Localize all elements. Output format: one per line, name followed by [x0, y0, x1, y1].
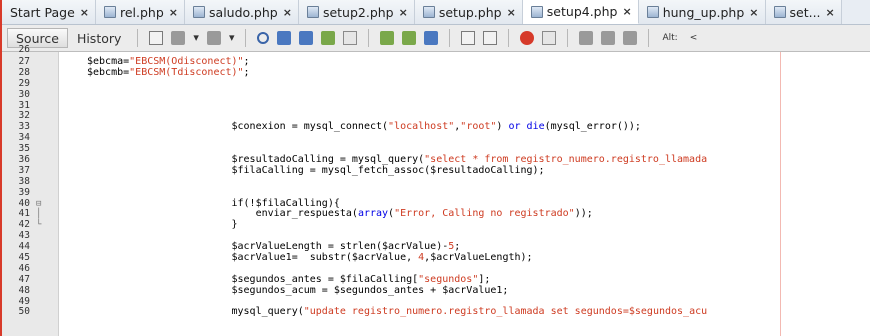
php-file-icon — [646, 6, 659, 18]
find-selection-icon[interactable] — [321, 31, 336, 45]
editor-tab[interactable]: Start Page × — [2, 0, 96, 24]
line-number: 48 — [18, 284, 30, 296]
start-macro-recording-icon[interactable] — [520, 31, 535, 45]
shift-left-icon[interactable] — [461, 31, 476, 45]
shift-right-icon[interactable] — [483, 31, 498, 45]
editor-tab[interactable]: setup.php × — [414, 0, 523, 24]
code-text: $conexion = mysql_connect("localhost","r… — [87, 121, 641, 133]
editor-tab[interactable]: set... × — [765, 0, 842, 24]
tab-label: setup.php — [438, 4, 502, 20]
code-line[interactable]: 45 $acrValue1= substr($acrValue, 4,$acrV… — [2, 252, 870, 264]
line-number: 50 — [18, 306, 30, 318]
php-file-icon — [306, 6, 319, 18]
toolbar-separator — [508, 29, 510, 47]
forward-icon[interactable] — [206, 31, 221, 45]
find-icon[interactable] — [257, 32, 270, 44]
code-line[interactable]: 34 — [2, 132, 870, 144]
toggle-bookmark-icon[interactable] — [424, 31, 439, 45]
editor-tab[interactable]: hung_up.php × — [638, 0, 766, 24]
toolbar-separator — [245, 29, 247, 47]
fold-marker-icon: │ — [36, 209, 42, 220]
stop-macro-recording-icon[interactable] — [542, 31, 557, 45]
toolbar-separator — [567, 29, 569, 47]
php-file-icon — [530, 5, 543, 18]
code-text: $ebcmb="EBCSM(Tdisconect)"; — [87, 66, 250, 78]
toolbar-separator — [368, 29, 370, 47]
code-line[interactable]: 48 $segundos_acum = $segundos_antes + $a… — [2, 284, 870, 297]
code-text: $filaCalling = mysql_fetch_assoc($result… — [87, 164, 545, 176]
code-line[interactable]: 28 $ebcmb="EBCSM(Tdisconect)"; — [2, 66, 870, 79]
history-button[interactable]: History — [68, 28, 130, 48]
close-tab-icon[interactable]: × — [283, 6, 292, 19]
code-line[interactable]: 42 └ } — [2, 219, 870, 231]
code-line[interactable]: 31 — [2, 100, 870, 112]
php-file-icon — [422, 6, 435, 18]
tab-label: hung_up.php — [662, 4, 745, 20]
close-tab-icon[interactable]: × — [399, 6, 408, 19]
toolbar-separator — [449, 29, 451, 47]
code-line[interactable]: 29 — [2, 78, 870, 90]
editor-tab[interactable]: saludo.php × — [185, 0, 299, 24]
php-file-icon — [193, 6, 206, 18]
find-next-icon[interactable] — [299, 31, 314, 45]
close-tab-icon[interactable]: × — [507, 6, 516, 19]
editor-toolbar: Source History ▾ ▾ Alt: < — [2, 25, 870, 52]
line-number: 39 — [18, 186, 30, 198]
next-bookmark-icon[interactable] — [402, 31, 417, 45]
toolbar-separator — [137, 29, 139, 47]
close-tab-icon[interactable]: × — [749, 6, 758, 19]
uncomment-icon[interactable] — [601, 31, 616, 45]
close-tab-icon[interactable]: × — [80, 6, 89, 19]
code-line[interactable]: 30 — [2, 88, 870, 101]
back-dropdown-icon[interactable]: ▾ — [193, 31, 199, 45]
code-text: $acrValue1= substr($acrValue, 4,$acrValu… — [87, 252, 533, 264]
editor-tab[interactable]: rel.php × — [96, 0, 186, 24]
toolbar-separator — [648, 29, 650, 47]
editor-tab[interactable]: setup4.php × — [522, 0, 639, 24]
close-tab-icon[interactable]: × — [169, 6, 178, 19]
back-icon[interactable] — [171, 31, 186, 45]
previous-bookmark-icon[interactable] — [380, 31, 395, 45]
editor-tab[interactable]: setup2.php × — [298, 0, 415, 24]
ide-window: Start Page × rel.php × saludo.php × setup2.php… — [0, 0, 870, 336]
toggle-highlight-icon[interactable] — [343, 31, 358, 45]
format-icon[interactable] — [623, 31, 638, 45]
source-button[interactable]: Source — [7, 28, 68, 48]
tab-label: setup4.php — [546, 4, 618, 19]
code-editor[interactable]: 26 27 $ebcma="EBCSM(Odisconect)"; 28 $ebcmb=… — [2, 45, 870, 336]
code-line[interactable]: 38 — [2, 176, 870, 188]
line-number: 26 — [18, 44, 30, 55]
close-tab-icon[interactable]: × — [826, 6, 835, 19]
code-text: mysql_query("update registro_numero.regi… — [87, 306, 708, 318]
line-number: 30 — [18, 88, 30, 100]
php-file-icon — [773, 6, 786, 18]
fold-marker-icon[interactable]: ⊟ — [36, 199, 41, 210]
less-than-label: < — [689, 33, 698, 43]
comment-icon[interactable] — [579, 31, 594, 45]
find-previous-icon[interactable] — [277, 31, 292, 45]
tab-label: Start Page — [10, 4, 75, 20]
forward-dropdown-icon[interactable]: ▾ — [229, 31, 235, 45]
code-line[interactable]: 39 — [2, 186, 870, 199]
tab-label: set... — [789, 4, 821, 20]
code-text: $segundos_acum = $segundos_antes + $acrV… — [87, 284, 509, 296]
close-tab-icon[interactable]: × — [622, 5, 631, 18]
fold-marker-icon: └ — [36, 220, 42, 231]
tab-label: setup2.php — [322, 4, 394, 20]
editor-tab-bar: Start Page × rel.php × saludo.php × setup2.php… — [2, 0, 870, 25]
code-text: } — [87, 219, 238, 231]
code-line[interactable]: 50 mysql_query("update registro_numero.r… — [2, 307, 870, 318]
alt-label: Alt: — [662, 33, 678, 43]
tab-label: saludo.php — [209, 4, 278, 20]
code-lines: 26 27 $ebcma="EBCSM(Odisconect)"; 28 $ebcmb=… — [2, 45, 870, 318]
code-line[interactable]: 33 $conexion = mysql_connect("localhost"… — [2, 121, 870, 133]
php-file-icon — [104, 6, 116, 18]
code-line[interactable]: 37 $filaCalling = mysql_fetch_assoc($res… — [2, 164, 870, 177]
last-edit-icon[interactable] — [149, 31, 164, 45]
tab-label: rel.php — [120, 4, 164, 20]
